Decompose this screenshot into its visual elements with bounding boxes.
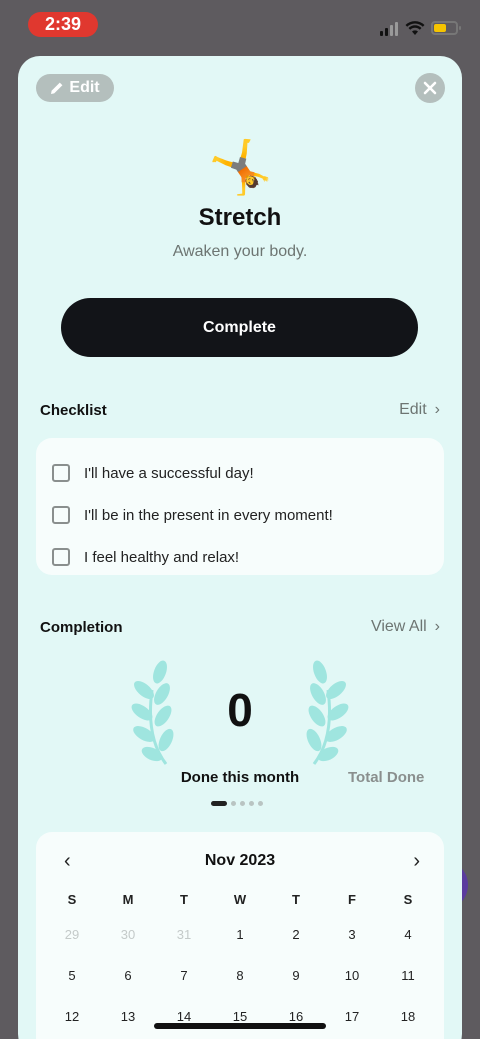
calendar-day[interactable]: 30 <box>100 914 156 955</box>
chevron-right-icon[interactable]: › <box>413 850 420 873</box>
checklist-item-text: I'll have a successful day! <box>84 464 254 482</box>
done-this-month-label: Done this month <box>180 769 300 786</box>
checklist-item-text: I feel healthy and relax! <box>84 548 240 566</box>
page-dot[interactable] <box>258 801 263 806</box>
calendar-day[interactable]: 9 <box>268 955 324 996</box>
status-time[interactable]: 2:39 <box>28 12 98 37</box>
calendar-day[interactable]: 29 <box>44 914 100 955</box>
calendar-day[interactable]: 6 <box>100 955 156 996</box>
close-icon <box>423 81 437 95</box>
page-dot[interactable] <box>231 801 236 806</box>
weekday-label: T <box>292 891 300 907</box>
calendar-day[interactable]: 13 <box>100 996 156 1037</box>
checklist-title: Checklist <box>40 401 107 419</box>
completion-count: 0 <box>227 684 253 736</box>
complete-button[interactable]: Complete <box>61 298 418 357</box>
calendar-day[interactable]: 17 <box>324 996 380 1037</box>
weekday-label: W <box>233 891 247 907</box>
calendar-day[interactable]: 1 <box>212 914 268 955</box>
checklist-item[interactable]: I'll be in the present in every moment! <box>36 494 444 536</box>
calendar-day[interactable]: 16 <box>268 996 324 1037</box>
edit-habit-button[interactable]: Edit <box>36 74 114 102</box>
calendar-day[interactable]: 12 <box>44 996 100 1037</box>
calendar-day[interactable]: 5 <box>44 955 100 996</box>
habit-emoji: 🤸 <box>208 138 273 198</box>
calendar-day[interactable]: 31 <box>156 914 212 955</box>
checklist-header: Checklist Edit › <box>40 398 440 422</box>
checklist-item-text: I'll be in the present in every moment! <box>84 506 333 524</box>
checklist-edit-link[interactable]: Edit › <box>399 401 440 419</box>
checklist-edit-label: Edit <box>399 401 427 418</box>
weekday-label: F <box>348 891 356 907</box>
calendar-day[interactable]: 8 <box>212 955 268 996</box>
checkbox[interactable] <box>52 548 70 566</box>
weekday-label: T <box>180 891 188 907</box>
chevron-right-icon: › <box>434 618 440 635</box>
checkbox[interactable] <box>52 506 70 524</box>
calendar-day[interactable]: 11 <box>380 955 436 996</box>
checklist-card: I'll have a successful day! I'll be in t… <box>36 438 444 575</box>
calendar-day[interactable]: 3 <box>324 914 380 955</box>
total-done-label[interactable]: Total Done <box>348 769 424 786</box>
wifi-icon <box>405 21 425 35</box>
calendar-header: ‹ Nov 2023 › <box>36 850 444 876</box>
habit-detail-sheet: Edit 🤸 Stretch Awaken your body. Complet… <box>18 56 462 1039</box>
habit-subtitle: Awaken your body. <box>172 243 308 260</box>
close-button[interactable] <box>415 73 445 103</box>
page-indicator[interactable] <box>211 801 263 806</box>
checkbox[interactable] <box>52 464 70 482</box>
weekday-label: S <box>67 891 77 907</box>
calendar-day[interactable]: 14 <box>156 996 212 1037</box>
view-all-link[interactable]: View All › <box>371 618 440 636</box>
calendar-day[interactable]: 2 <box>268 914 324 955</box>
page-dot[interactable] <box>249 801 254 806</box>
status-bar: 2:39 <box>0 0 480 50</box>
calendar-day[interactable]: 15 <box>212 996 268 1037</box>
weekday-label: S <box>403 891 413 907</box>
chevron-right-icon: › <box>434 401 440 418</box>
calendar-month-label: Nov 2023 <box>204 852 276 869</box>
view-all-label: View All <box>370 618 427 635</box>
calendar-day[interactable]: 4 <box>380 914 436 955</box>
home-indicator[interactable] <box>154 1023 326 1029</box>
checklist-item[interactable]: I'll have a successful day! <box>36 452 444 494</box>
battery-icon <box>431 21 461 35</box>
checklist-item[interactable]: I feel healthy and relax! <box>36 536 444 578</box>
pencil-icon <box>51 82 63 94</box>
calendar-card: ‹ Nov 2023 › S M T W T F S 29 30 31 1 2 … <box>36 832 444 1039</box>
completion-header: Completion View All › <box>40 615 440 639</box>
page-dot[interactable] <box>211 801 227 806</box>
signal-icon <box>380 22 398 36</box>
calendar-day[interactable]: 10 <box>324 955 380 996</box>
habit-title: Stretch <box>198 204 282 231</box>
calendar-day[interactable]: 18 <box>380 996 436 1037</box>
page-dot[interactable] <box>240 801 245 806</box>
calendar-day[interactable]: 7 <box>156 955 212 996</box>
calendar-grid: S M T W T F S 29 30 31 1 2 3 4 5 6 7 8 9… <box>36 884 444 1037</box>
edit-habit-label: Edit <box>69 79 100 96</box>
completion-title: Completion <box>40 618 123 636</box>
weekday-label: M <box>122 891 134 907</box>
